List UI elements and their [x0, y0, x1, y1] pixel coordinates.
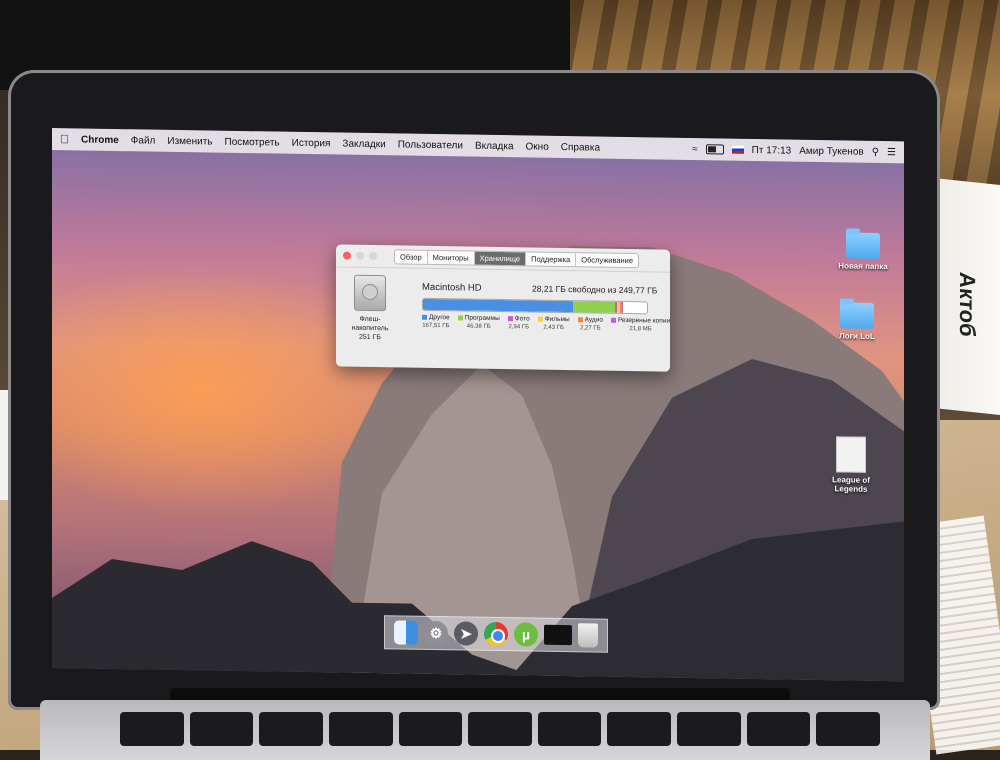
legend-size: 2,27 ГБ	[580, 325, 601, 332]
document-icon	[836, 436, 866, 473]
utorrent-icon[interactable]: µ	[514, 622, 538, 647]
legend-swatch	[537, 316, 543, 322]
legend-item: Резервные копии 21,8 МБ	[610, 316, 671, 333]
legend-label: Программы	[464, 314, 500, 323]
legend-swatch	[610, 317, 616, 323]
legend-size: 21,8 МБ	[629, 326, 652, 333]
storage-segment	[621, 301, 623, 313]
wifi-icon[interactable]: ≈	[692, 144, 698, 155]
legend-label: Другое	[429, 313, 450, 322]
tab-support[interactable]: Поддержка	[526, 252, 577, 267]
disk-size: 251 ГБ	[358, 333, 381, 342]
segmented-tabs: Обзор Мониторы Хранилище Поддержка Обслу…	[394, 249, 640, 269]
storage-segment	[573, 301, 615, 313]
menu-tab[interactable]: Вкладка	[475, 140, 514, 152]
legend-item: Программы 46,38 ГБ	[457, 314, 500, 330]
storage-bar	[422, 297, 648, 315]
menu-help[interactable]: Справка	[561, 141, 600, 153]
user-name[interactable]: Амир Тукенов	[799, 145, 863, 157]
free-space: 28,21 ГБ свободно из 249,77 ГБ	[532, 283, 658, 296]
zoom-button[interactable]	[369, 251, 377, 261]
disk-name: Macintosh HD	[422, 281, 482, 294]
storage-segment	[423, 298, 574, 313]
folder-icon	[840, 302, 874, 329]
legend-size: 46,38 ГБ	[466, 323, 491, 330]
launchpad-icon[interactable]: ➤	[454, 621, 478, 646]
legend-swatch	[577, 317, 583, 323]
chrome-icon[interactable]	[484, 621, 508, 647]
clock[interactable]: Пт 17:13	[752, 144, 792, 156]
storage-legend: Другое 167,51 ГБ Программы 46,38 ГБ Фото 2,94…	[422, 314, 670, 333]
desktop-folder-lol-logs[interactable]: Логи LoL	[822, 302, 892, 341]
trash-icon[interactable]	[578, 623, 598, 648]
legend-item: Другое 167,51 ГБ	[422, 314, 450, 329]
legend-swatch	[457, 315, 463, 321]
legend-label: Фото	[514, 315, 530, 323]
list-icon[interactable]: ☰	[887, 147, 896, 158]
search-icon[interactable]: ⚲	[872, 146, 879, 157]
desktop-icon-label: Логи LoL	[839, 331, 875, 341]
legend-item: Фото 2,94 ГБ	[507, 315, 530, 331]
legend-swatch	[507, 316, 513, 322]
folder-icon	[846, 232, 880, 260]
close-button[interactable]	[343, 251, 351, 260]
battery-icon[interactable]	[705, 144, 724, 155]
status-area: ≈ Пт 17:13 Амир Тукенов ⚲ ☰	[692, 144, 896, 158]
apple-icon[interactable]: 	[60, 132, 69, 146]
legend-swatch	[422, 314, 427, 320]
menu-history[interactable]: История	[292, 137, 331, 149]
legend-item: Аудио 2,27 ГБ	[577, 316, 603, 332]
minimize-button[interactable]	[356, 251, 364, 260]
legend-size: 167,51 ГБ	[422, 322, 450, 330]
desktop-icon-label: League of Legends	[832, 475, 870, 494]
menu-edit[interactable]: Изменить	[167, 135, 212, 147]
desktop-icon-label: Новая папка	[838, 261, 888, 272]
dock: ⚙ ➤ µ	[384, 615, 608, 653]
menu-people[interactable]: Пользователи	[398, 139, 463, 151]
menu-file[interactable]: Файл	[131, 135, 156, 146]
legend-size: 2,94 ГБ	[508, 324, 530, 331]
tab-overview[interactable]: Обзор	[395, 250, 428, 264]
wallpaper-mountain	[52, 246, 904, 682]
legend-label: Фильмы	[544, 315, 570, 324]
keyboard-row	[120, 712, 881, 752]
legend-size: 2,43 ГБ	[543, 324, 564, 332]
tab-displays[interactable]: Мониторы	[427, 250, 475, 265]
menu-bookmarks[interactable]: Закладки	[342, 138, 385, 150]
system-preferences-icon[interactable]: ⚙	[424, 620, 448, 646]
disk-summary: Флеш-накопитель 251 ГБ	[350, 274, 390, 343]
box-label: Актоб	[955, 271, 981, 339]
traffic-lights	[343, 251, 377, 261]
legend-label: Аудио	[584, 316, 603, 324]
flag-ru-icon[interactable]	[731, 145, 744, 154]
hard-drive-icon	[354, 274, 386, 312]
finder-icon[interactable]	[394, 620, 418, 645]
window-titlebar: Обзор Мониторы Хранилище Поддержка Обслу…	[336, 244, 670, 273]
menu-window[interactable]: Окно	[526, 141, 549, 152]
legend-item: Фильмы 2,43 ГБ	[537, 315, 570, 332]
terminal-icon[interactable]	[544, 624, 572, 646]
menu-app-name[interactable]: Chrome	[81, 134, 119, 146]
screen:  Chrome Файл Изменить Посмотреть Истори…	[52, 128, 904, 682]
legend-label: Резервные копии	[617, 316, 671, 325]
tab-storage[interactable]: Хранилище	[474, 251, 527, 266]
about-this-mac-window: Обзор Мониторы Хранилище Поддержка Обслу…	[336, 244, 670, 372]
menu-view[interactable]: Посмотреть	[225, 136, 280, 148]
tab-service[interactable]: Обслуживание	[576, 253, 639, 268]
disk-type: Флеш-накопитель	[351, 315, 389, 333]
desktop-file-league[interactable]: League of Legends	[816, 436, 886, 494]
desktop-folder-new[interactable]: Новая папка	[828, 232, 898, 271]
